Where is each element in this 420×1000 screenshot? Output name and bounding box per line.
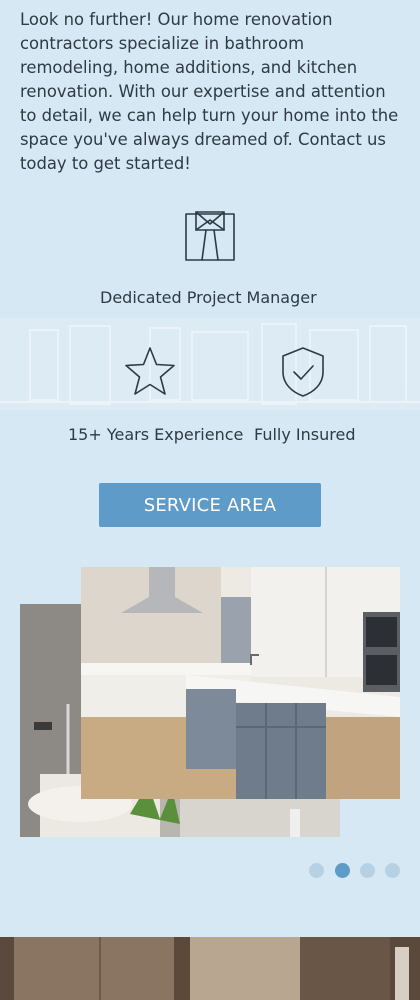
feature-label-experience: 15+ Years Experience <box>68 425 244 444</box>
slide-dot-2[interactable] <box>335 863 350 878</box>
star-icon <box>124 346 176 400</box>
intro-paragraph: Look no further! Our home renovation con… <box>20 10 399 173</box>
service-area-button[interactable]: SERVICE AREA <box>99 483 321 527</box>
gallery-photo-kitchen <box>81 567 400 799</box>
faint-background-image <box>0 318 420 410</box>
slide-dot-3[interactable] <box>360 863 375 878</box>
slide-dot-4[interactable] <box>385 863 400 878</box>
slide-dot-1[interactable] <box>309 863 324 878</box>
project-manager-icon <box>184 210 236 266</box>
feature-label-project-manager: Dedicated Project Manager <box>100 288 317 307</box>
feature-label-insured: Fully Insured <box>254 425 356 444</box>
gallery-pagination <box>309 863 401 879</box>
shield-check-icon <box>281 346 325 402</box>
section-hero-photo <box>0 937 420 1000</box>
